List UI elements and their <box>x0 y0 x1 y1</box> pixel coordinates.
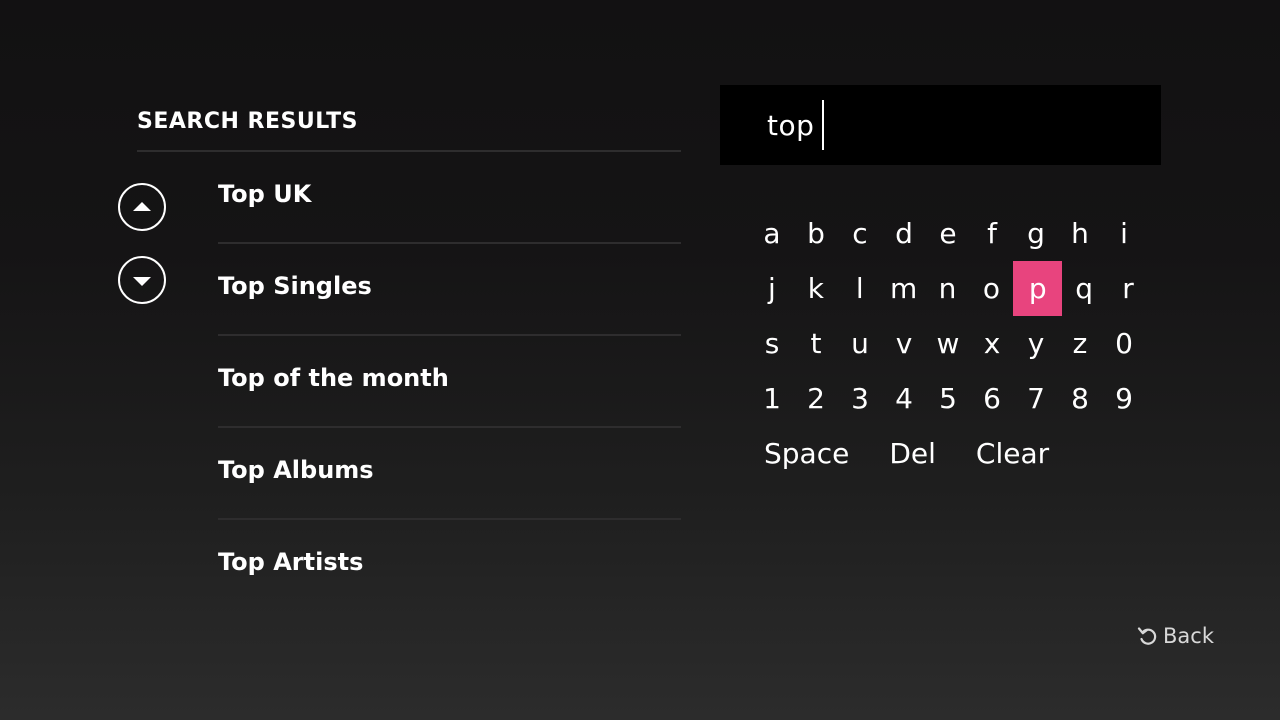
clear-key[interactable]: Clear <box>976 426 1049 481</box>
key-t[interactable]: t <box>794 316 838 371</box>
back-arrow-icon <box>1137 627 1157 645</box>
key-v[interactable]: v <box>882 316 926 371</box>
key-4[interactable]: 4 <box>882 371 926 426</box>
key-6[interactable]: 6 <box>970 371 1014 426</box>
key-e[interactable]: e <box>926 206 970 261</box>
key-n[interactable]: n <box>926 261 970 316</box>
key-c[interactable]: c <box>838 206 882 261</box>
key-u[interactable]: u <box>838 316 882 371</box>
chevron-up-icon <box>133 201 151 211</box>
key-b[interactable]: b <box>794 206 838 261</box>
search-query-text: top <box>767 108 815 142</box>
key-p-selected[interactable]: p <box>1013 261 1063 316</box>
key-z[interactable]: z <box>1058 316 1102 371</box>
key-m[interactable]: m <box>882 261 926 316</box>
key-q[interactable]: q <box>1062 261 1106 316</box>
key-i[interactable]: i <box>1102 206 1146 261</box>
key-j[interactable]: j <box>750 261 794 316</box>
key-l[interactable]: l <box>838 261 882 316</box>
key-h[interactable]: h <box>1058 206 1102 261</box>
key-2[interactable]: 2 <box>794 371 838 426</box>
key-w[interactable]: w <box>926 316 970 371</box>
back-button[interactable]: Back <box>1136 624 1214 648</box>
chevron-down-icon <box>133 276 151 286</box>
back-label: Back <box>1163 624 1214 648</box>
result-item[interactable]: Top Singles <box>218 244 681 336</box>
key-y[interactable]: y <box>1014 316 1058 371</box>
key-r[interactable]: r <box>1106 261 1150 316</box>
key-d[interactable]: d <box>882 206 926 261</box>
result-item[interactable]: Top of the month <box>218 336 681 428</box>
result-item[interactable]: Top UK <box>218 152 681 244</box>
key-5[interactable]: 5 <box>926 371 970 426</box>
key-f[interactable]: f <box>970 206 1014 261</box>
result-item-label: Top Singles <box>218 272 372 300</box>
result-item[interactable]: Top Artists <box>218 520 681 612</box>
result-item-label: Top UK <box>218 180 312 208</box>
delete-key[interactable]: Del <box>889 426 936 481</box>
keyboard-action-row: Space Del Clear <box>750 426 1150 481</box>
key-3[interactable]: 3 <box>838 371 882 426</box>
key-1[interactable]: 1 <box>750 371 794 426</box>
scroll-up-button[interactable] <box>118 183 166 231</box>
key-7[interactable]: 7 <box>1014 371 1058 426</box>
keyboard-row: j k l m n o p q r <box>750 261 1150 316</box>
keyboard-row: a b c d e f g h i <box>750 206 1150 261</box>
space-key[interactable]: Space <box>764 426 849 481</box>
result-item-label: Top Albums <box>218 456 374 484</box>
key-a[interactable]: a <box>750 206 794 261</box>
search-results-list: Top UK Top Singles Top of the month Top … <box>218 152 681 612</box>
key-8[interactable]: 8 <box>1058 371 1102 426</box>
result-item-label: Top of the month <box>218 364 449 392</box>
key-k[interactable]: k <box>794 261 838 316</box>
search-input[interactable]: top <box>720 85 1161 165</box>
result-item[interactable]: Top Albums <box>218 428 681 520</box>
on-screen-keyboard: a b c d e f g h i j k l m n o p q r s t … <box>750 206 1150 481</box>
key-g[interactable]: g <box>1014 206 1058 261</box>
keyboard-row: 1 2 3 4 5 6 7 8 9 <box>750 371 1150 426</box>
scroll-down-button[interactable] <box>118 256 166 304</box>
search-results-title: SEARCH RESULTS <box>137 109 358 134</box>
key-x[interactable]: x <box>970 316 1014 371</box>
key-o[interactable]: o <box>969 261 1013 316</box>
text-cursor <box>822 100 825 150</box>
result-item-label: Top Artists <box>218 548 364 576</box>
keyboard-row: s t u v w x y z 0 <box>750 316 1150 371</box>
key-0[interactable]: 0 <box>1102 316 1146 371</box>
key-9[interactable]: 9 <box>1102 371 1146 426</box>
key-s[interactable]: s <box>750 316 794 371</box>
